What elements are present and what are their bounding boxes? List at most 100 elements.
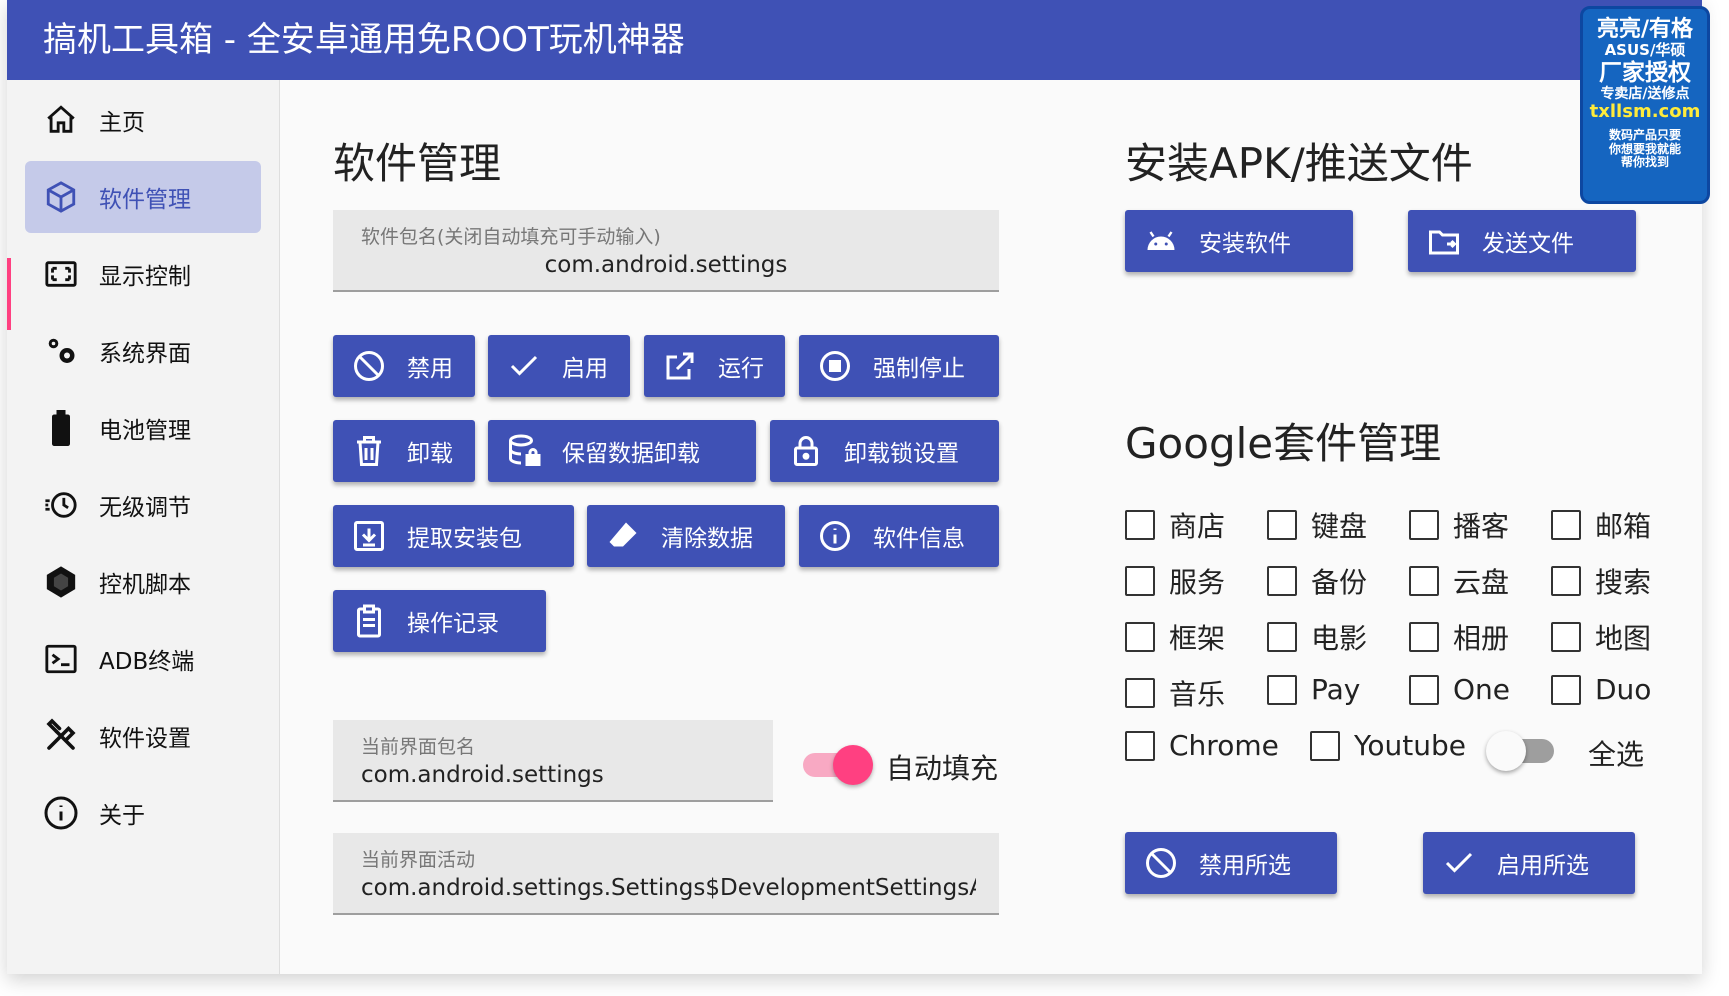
enable-selected-button[interactable]: 启用所选: [1423, 832, 1635, 894]
checkbox-label: 服务: [1169, 566, 1226, 599]
current-package-field[interactable]: 当前界面包名 com.android.settings: [333, 720, 773, 802]
current-activity-label: 当前界面活动: [361, 849, 476, 871]
button-label: 发送文件: [1482, 231, 1574, 257]
google-checkbox[interactable]: 相册: [1409, 617, 1509, 657]
sidebar: 主页 软件管理 显示控制 系统界面 电池管理 无级调节 控机脚本 ADB终端 软…: [7, 80, 280, 974]
tools-icon: [41, 716, 81, 756]
checkbox-box[interactable]: [1409, 566, 1439, 596]
checkbox-box[interactable]: [1125, 730, 1155, 761]
sidebar-item-label: 显示控制: [99, 264, 191, 290]
checkbox-box[interactable]: [1125, 510, 1155, 540]
checkbox-label: One: [1453, 673, 1511, 706]
sidebar-item-scripts[interactable]: 控机脚本: [25, 546, 261, 618]
google-checkbox[interactable]: 云盘: [1409, 561, 1509, 601]
google-checkbox[interactable]: Pay: [1267, 673, 1360, 706]
uninstall-keep-data-button[interactable]: 保留数据卸载: [488, 420, 756, 482]
checkbox-box[interactable]: [1551, 674, 1581, 705]
package-name-input[interactable]: 软件包名(关闭自动填充可手动输入) com.android.settings: [333, 210, 999, 292]
info-icon: [41, 793, 81, 833]
checkbox-label: 搜索: [1595, 566, 1652, 599]
sidebar-item-software[interactable]: 软件管理: [25, 161, 261, 233]
checkbox-box[interactable]: [1409, 622, 1439, 652]
google-checkbox[interactable]: 地图: [1551, 617, 1651, 657]
app-window: 搞机工具箱 - 全安卓通用免ROOT玩机神器 主页 软件管理 显示控制 系统界面…: [7, 0, 1702, 974]
check-icon: [506, 348, 542, 384]
sidebar-item-home[interactable]: 主页: [25, 84, 261, 156]
checkbox-box[interactable]: [1409, 510, 1439, 540]
checkbox-box[interactable]: [1125, 678, 1155, 708]
disable-selected-button[interactable]: 禁用所选: [1125, 832, 1337, 894]
sidebar-item-system-ui[interactable]: 系统界面: [25, 315, 261, 387]
checkbox-label: 框架: [1169, 622, 1226, 655]
google-checkbox[interactable]: 音乐: [1125, 673, 1225, 713]
check-icon: [1441, 845, 1477, 881]
google-checkbox[interactable]: One: [1409, 673, 1510, 706]
sidebar-item-display[interactable]: 显示控制: [25, 238, 261, 310]
install-apk-button[interactable]: 安装软件: [1125, 210, 1353, 272]
checkbox-label: 键盘: [1311, 510, 1368, 543]
checkbox-box[interactable]: [1551, 510, 1581, 540]
badge-line: txllsm.com: [1589, 101, 1701, 123]
checkbox-box[interactable]: [1409, 674, 1439, 705]
button-label: 启用: [562, 356, 608, 382]
checkbox-label: Duo: [1595, 673, 1652, 706]
checkbox-box[interactable]: [1310, 730, 1340, 761]
checkbox-box[interactable]: [1125, 622, 1155, 652]
sidebar-item-stepless[interactable]: 无级调节: [25, 469, 261, 541]
checkbox-box[interactable]: [1267, 674, 1297, 705]
google-checkbox[interactable]: Chrome: [1125, 729, 1279, 762]
package-icon: [41, 177, 81, 217]
google-checkbox[interactable]: 邮箱: [1551, 505, 1651, 545]
enable-button[interactable]: 启用: [488, 335, 630, 397]
main-content: 软件管理 软件包名(关闭自动填充可手动输入) com.android.setti…: [280, 80, 1702, 974]
checkbox-box[interactable]: [1267, 622, 1297, 652]
operation-log-button[interactable]: 操作记录: [333, 590, 546, 652]
checkbox-box[interactable]: [1267, 510, 1297, 540]
sidebar-item-adb-terminal[interactable]: ADB终端: [25, 623, 261, 695]
clear-data-button[interactable]: 清除数据: [587, 505, 785, 567]
run-button[interactable]: 运行: [644, 335, 785, 397]
google-checkbox[interactable]: 键盘: [1267, 505, 1367, 545]
select-all-toggle-thumb[interactable]: [1486, 731, 1526, 771]
extract-apk-button[interactable]: 提取安装包: [333, 505, 574, 567]
disable-button[interactable]: 禁用: [333, 335, 475, 397]
section-title-google: Google套件管理: [1125, 419, 1442, 468]
sidebar-item-about[interactable]: 关于: [25, 777, 261, 849]
sidebar-item-label: 关于: [99, 803, 145, 829]
google-checkbox[interactable]: 搜索: [1551, 561, 1651, 601]
google-checkbox[interactable]: 播客: [1409, 505, 1509, 545]
checkbox-box[interactable]: [1267, 566, 1297, 596]
app-info-button[interactable]: 软件信息: [799, 505, 999, 567]
sidebar-item-settings[interactable]: 软件设置: [25, 700, 261, 772]
sidebar-item-label: 软件管理: [99, 187, 191, 213]
clipboard-icon: [351, 603, 387, 639]
checkbox-box[interactable]: [1551, 566, 1581, 596]
sidebar-item-label: 软件设置: [99, 726, 191, 752]
google-checkbox[interactable]: 服务: [1125, 561, 1225, 601]
display-icon: [41, 254, 81, 294]
checkbox-box[interactable]: [1551, 622, 1581, 652]
uninstall-lock-settings-button[interactable]: 卸载锁设置: [770, 420, 999, 482]
send-file-button[interactable]: 发送文件: [1408, 210, 1636, 272]
autofill-toggle-thumb[interactable]: [833, 745, 873, 785]
sidebar-item-label: 无级调节: [99, 495, 191, 521]
home-icon: [41, 100, 81, 140]
current-activity-field[interactable]: 当前界面活动 com.android.settings.Settings$Dev…: [333, 833, 999, 915]
checkbox-label: 邮箱: [1595, 510, 1652, 543]
sidebar-item-battery[interactable]: 电池管理: [25, 392, 261, 464]
google-checkbox[interactable]: 框架: [1125, 617, 1225, 657]
checkbox-box[interactable]: [1125, 566, 1155, 596]
google-checkbox[interactable]: 备份: [1267, 561, 1367, 601]
uninstall-button[interactable]: 卸载: [333, 420, 475, 482]
google-checkbox[interactable]: 电影: [1267, 617, 1367, 657]
current-package-value: com.android.settings: [361, 762, 604, 788]
checkbox-label: Youtube: [1354, 729, 1466, 762]
database-lock-icon: [506, 433, 542, 469]
checkbox-label: 相册: [1453, 622, 1510, 655]
google-checkbox[interactable]: 商店: [1125, 505, 1225, 545]
force-stop-button[interactable]: 强制停止: [799, 335, 999, 397]
google-checkbox[interactable]: Youtube: [1310, 729, 1466, 762]
google-checkbox[interactable]: Duo: [1551, 673, 1651, 706]
android-icon: [1143, 223, 1179, 259]
section-title-software: 软件管理: [333, 139, 502, 188]
